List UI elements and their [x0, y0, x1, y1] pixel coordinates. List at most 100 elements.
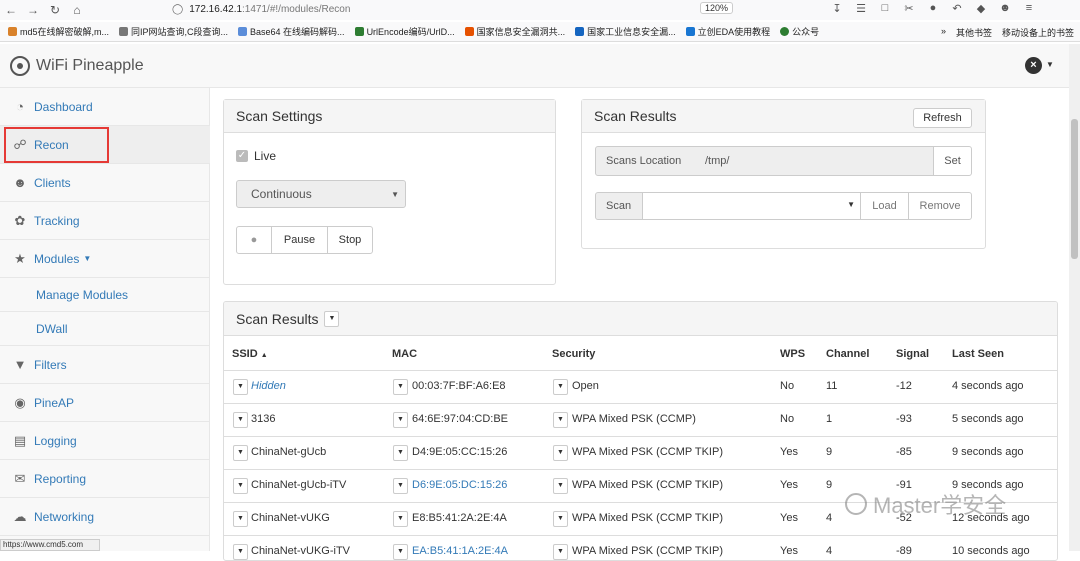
page-scrollbar[interactable]	[1069, 44, 1080, 551]
sidebar-item-reporting[interactable]: ✉ Reporting	[0, 460, 210, 498]
th-mac[interactable]: MAC	[392, 348, 417, 360]
sidebar-item-modules[interactable]: ★ Modules ▼	[0, 240, 210, 278]
mobile-bookmarks[interactable]: 移动设备上的书签	[1002, 26, 1074, 39]
th-signal[interactable]: Signal	[896, 348, 929, 360]
th-wps[interactable]: WPS	[780, 348, 805, 360]
live-checkbox[interactable]: ✓	[236, 150, 248, 162]
forward-icon[interactable]: →	[22, 3, 44, 17]
bookmark-icon	[8, 27, 17, 36]
close-icon[interactable]: ×	[1025, 57, 1042, 74]
bookmark-icon	[238, 27, 248, 36]
library-icon[interactable]: ☰	[854, 2, 868, 15]
security-dropdown-button[interactable]: ▼	[553, 544, 568, 560]
other-bookmarks[interactable]: 其他书签	[956, 26, 992, 39]
mic-button[interactable]: ●	[236, 226, 272, 254]
mac-dropdown-button[interactable]: ▼	[393, 445, 408, 461]
scan-results-table-panel: Scan Results ▼ SSID ▲ MAC Security WPS C…	[223, 301, 1058, 561]
cell-last-seen: 10 seconds ago	[952, 545, 1030, 557]
sidebar-item-dwall[interactable]: DWall	[0, 312, 210, 346]
cell-ssid: ChinaNet-vUKG	[251, 512, 330, 524]
bookmark-item[interactable]: md5在线解密破解,m...	[8, 25, 109, 38]
zoom-level[interactable]: 120%	[700, 2, 734, 14]
th-last-seen[interactable]: Last Seen	[952, 348, 1004, 360]
cell-security: WPA Mixed PSK (CCMP TKIP)	[572, 479, 723, 491]
mac-dropdown-button[interactable]: ▼	[393, 544, 408, 560]
th-security[interactable]: Security	[552, 348, 595, 360]
reload-icon[interactable]: ↻	[44, 3, 66, 17]
sidebar-item-pineap[interactable]: ◉ PineAP	[0, 384, 210, 422]
scroll-thumb[interactable]	[1071, 119, 1078, 259]
download-icon[interactable]: ↧	[830, 2, 844, 15]
results-dropdown-button[interactable]: ▼	[324, 310, 340, 327]
url-host: 172.16.42.1	[189, 4, 243, 15]
ssid-dropdown-button[interactable]: ▼	[233, 478, 248, 494]
cell-security: WPA Mixed PSK (CCMP TKIP)	[572, 545, 723, 557]
network-icon: ☁	[13, 508, 27, 524]
sidebar-item-tracking[interactable]: ✿ Tracking	[0, 202, 210, 240]
ssid-dropdown-button[interactable]: ▼	[233, 379, 248, 395]
bookmark-item[interactable]: 同IP网站查询,C段查询...	[119, 25, 228, 38]
security-dropdown-button[interactable]: ▼	[553, 445, 568, 461]
scans-location-input[interactable]: /tmp/	[697, 146, 934, 176]
th-ssid[interactable]: SSID ▲	[232, 348, 268, 360]
extension-icon[interactable]: ◆	[974, 2, 988, 15]
refresh-button[interactable]: Refresh	[913, 108, 972, 128]
sidebar-item-recon[interactable]: ☍ Recon	[0, 126, 210, 164]
security-dropdown-button[interactable]: ▼	[553, 511, 568, 527]
live-checkbox-row[interactable]: ✓ Live	[236, 149, 276, 163]
caret-down-icon[interactable]: ▼	[1046, 60, 1054, 69]
bookmark-item[interactable]: 国家工业信息安全漏...	[575, 25, 676, 38]
cell-security: WPA Mixed PSK (CCMP TKIP)	[572, 446, 723, 458]
mac-dropdown-button[interactable]: ▼	[393, 379, 408, 395]
scan-mode-value: Continuous	[251, 187, 312, 201]
mac-dropdown-button[interactable]: ▼	[393, 412, 408, 428]
profile-icon[interactable]: ☻	[998, 2, 1012, 15]
bookmark-item[interactable]: Base64 在线编码解码...	[238, 25, 345, 38]
toolbar-icons: ↧ ☰ □ ✂ ● ↶ ◆ ☻ ≡	[830, 2, 1036, 15]
ssid-dropdown-button[interactable]: ▼	[233, 412, 248, 428]
security-dropdown-button[interactable]: ▼	[553, 379, 568, 395]
ssid-dropdown-button[interactable]: ▼	[233, 511, 248, 527]
home-icon[interactable]: ⌂	[66, 3, 88, 17]
sidebar-item-clients[interactable]: ☻ Clients	[0, 164, 210, 202]
scan-mode-select[interactable]: Continuous ▼	[236, 180, 406, 208]
sidebar-item-manage-modules[interactable]: Manage Modules	[0, 278, 210, 312]
bookmark-item[interactable]: 国家信息安全漏洞共...	[464, 25, 565, 38]
star-icon: ★	[14, 250, 26, 266]
more-bookmarks-icon[interactable]: »	[941, 26, 946, 39]
scan-select[interactable]: ▼	[642, 192, 861, 220]
sidebar-item-filters[interactable]: ▼ Filters	[0, 346, 210, 384]
cell-mac[interactable]: EA:B5:41:1A:2E:4A	[412, 545, 508, 557]
back-icon[interactable]: ←	[0, 3, 22, 17]
menu-icon[interactable]: ≡	[1022, 2, 1036, 15]
bookmark-item[interactable]: 立创EDA使用教程	[685, 25, 770, 38]
set-button[interactable]: Set	[933, 146, 972, 176]
cell-channel: 11	[826, 380, 838, 392]
stop-button[interactable]: Stop	[327, 226, 373, 254]
sidebar-item-dashboard[interactable]: ◔ Dashboard	[0, 88, 210, 126]
sidebar-icon[interactable]: □	[878, 2, 892, 15]
address-bar[interactable]: ◯ 172.16.42.1:1471/#!/modules/Recon	[172, 1, 757, 18]
brand-title: WiFi Pineapple	[36, 57, 144, 74]
mac-dropdown-button[interactable]: ▼	[393, 478, 408, 494]
remove-button[interactable]: Remove	[908, 192, 972, 220]
th-channel[interactable]: Channel	[826, 348, 869, 360]
security-dropdown-button[interactable]: ▼	[553, 412, 568, 428]
security-dropdown-button[interactable]: ▼	[553, 478, 568, 494]
ssid-dropdown-button[interactable]: ▼	[233, 544, 248, 560]
load-button[interactable]: Load	[860, 192, 909, 220]
cell-last-seen: 4 seconds ago	[952, 380, 1024, 392]
sidebar-item-networking[interactable]: ☁ Networking	[0, 498, 210, 536]
cell-mac[interactable]: D6:9E:05:DC:15:26	[412, 479, 507, 491]
bookmark-item[interactable]: 公众号	[780, 25, 819, 38]
chat-icon[interactable]: ●	[926, 2, 940, 15]
undo-icon[interactable]: ↶	[950, 2, 964, 15]
bookmark-item[interactable]: UrlEncode编码/UrlD...	[354, 25, 455, 38]
ssid-dropdown-button[interactable]: ▼	[233, 445, 248, 461]
users-icon: ☻	[13, 174, 27, 190]
sidebar-item-logging[interactable]: ▤ Logging	[0, 422, 210, 460]
brand[interactable]: WiFi Pineapple	[10, 56, 144, 76]
crop-icon[interactable]: ✂	[902, 2, 916, 15]
pause-button[interactable]: Pause	[271, 226, 328, 254]
mac-dropdown-button[interactable]: ▼	[393, 511, 408, 527]
